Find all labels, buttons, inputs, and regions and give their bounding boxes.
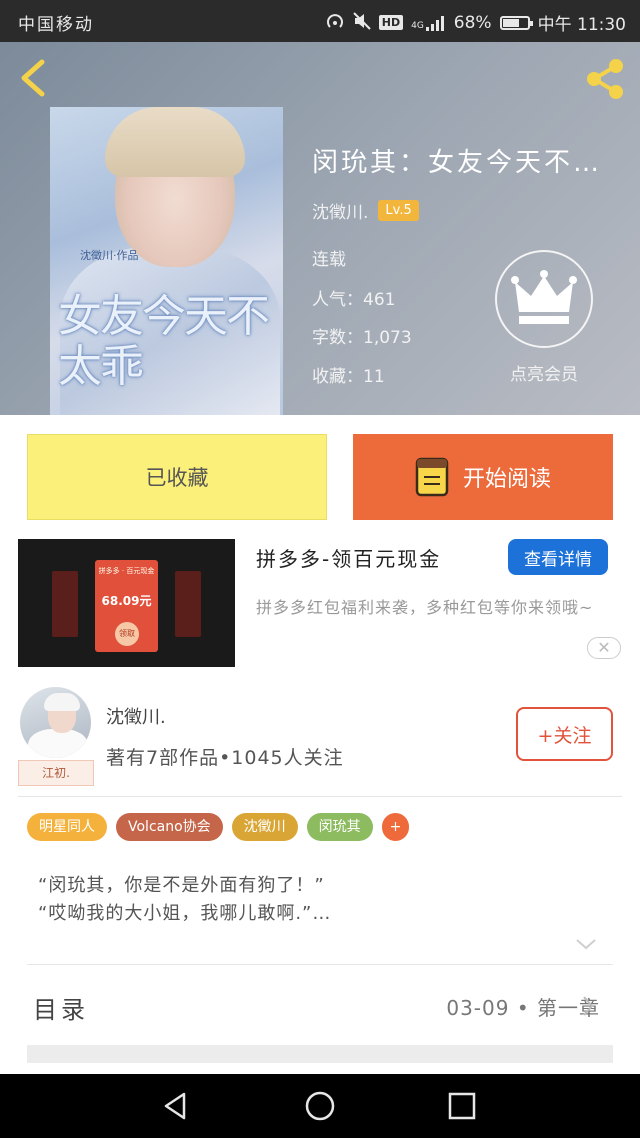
tag-list: 明星同人 Volcano协会 沈徵川 闵玧其 + — [27, 813, 410, 841]
excerpt-line: “闵玧其，你是不是外面有狗了！” — [38, 875, 325, 896]
ad-details-button[interactable]: 查看详情 — [508, 539, 608, 575]
favorites-count: 收藏：11 — [312, 367, 385, 387]
book-header: 沈徵川·作品 女友今天不太乖 闵玧其：女友今天不… 沈徵川. Lv.5 连载 人… — [0, 42, 640, 415]
vip-circle — [495, 250, 593, 348]
back-button[interactable] — [14, 58, 54, 98]
close-icon: ✕ — [597, 638, 611, 657]
book-excerpt[interactable]: “闵玧其，你是不是外面有狗了！” “哎呦我的大小姐，我哪儿敢啊.”… — [38, 872, 331, 928]
book-icon — [415, 457, 449, 497]
battery-percent: 68% — [453, 12, 492, 33]
book-cover[interactable]: 沈徵川·作品 女友今天不太乖 — [50, 107, 283, 415]
toc-arrow[interactable] — [580, 994, 596, 1018]
bottom-strip — [27, 1045, 613, 1063]
crown-icon — [511, 270, 577, 324]
start-reading-label: 开始阅读 — [462, 467, 551, 492]
avatar-body — [28, 729, 88, 758]
tag-chip[interactable]: 沈徵川 — [231, 813, 298, 841]
chevron-down-icon — [576, 939, 596, 950]
word-count: 字数：1,073 — [312, 328, 412, 348]
nav-home-button[interactable] — [304, 1090, 336, 1122]
ad-side-card-right — [175, 571, 201, 637]
follow-button[interactable]: +关注 — [516, 707, 613, 761]
ad-amount: 68.09元 — [101, 594, 152, 608]
excerpt-line: “哎呦我的大小姐，我哪儿敢啊.”… — [38, 903, 332, 924]
author-line: 沈徵川. Lv.5 — [312, 198, 419, 223]
divider — [18, 796, 622, 797]
level-badge: Lv.5 — [378, 200, 419, 221]
book-title: 闵玧其：女友今天不… — [312, 148, 603, 178]
avatar-tag: 江初. — [18, 760, 94, 786]
ad-side-card-left — [52, 571, 78, 637]
serial-status: 连载 — [312, 250, 346, 270]
square-recents-icon — [448, 1092, 476, 1120]
author-name[interactable]: 沈徵川. — [312, 198, 368, 223]
status-icons: HD 4G 68% 中午 11:30 — [325, 10, 626, 35]
tag-chip[interactable]: + — [381, 813, 410, 841]
cover-figure-hair — [105, 107, 245, 177]
favorited-label: 已收藏 — [145, 466, 209, 490]
hd-badge: HD — [378, 15, 404, 30]
chevron-left-icon — [21, 59, 45, 97]
toc-latest-chapter[interactable]: 03-09 • 第一章 — [446, 992, 600, 1021]
triangle-back-icon — [164, 1092, 186, 1120]
chevron-right-icon — [583, 996, 594, 1016]
tag-chip[interactable]: 明星同人 — [27, 813, 107, 841]
network-type: 4G — [411, 20, 424, 31]
carrier-name: 中国移动 — [18, 15, 94, 35]
avatar-hair — [44, 693, 80, 711]
ad-claim-badge: 领取 — [115, 622, 139, 646]
author-card-name[interactable]: 沈徵川. — [106, 703, 166, 729]
share-button[interactable] — [582, 56, 628, 102]
vip-label: 点亮会员 — [510, 365, 578, 385]
ad-red-envelope: 拼多多 · 百元现金 68.09元 领取 — [95, 560, 158, 652]
system-nav-bar — [0, 1074, 640, 1138]
expand-button[interactable] — [574, 936, 598, 952]
cover-title: 女友今天不太乖 — [58, 291, 270, 392]
tag-chip[interactable]: Volcano协会 — [116, 813, 223, 841]
signal-icon: 4G — [411, 15, 446, 31]
battery-icon — [499, 15, 533, 30]
vip-button[interactable]: 点亮会员 — [493, 250, 595, 385]
mute-icon — [353, 11, 371, 34]
ad-description: 拼多多红包福利来袭，多种红包等你来领哦~ — [256, 598, 594, 617]
ad-card-header: 拼多多 · 百元现金 — [98, 567, 155, 575]
ad-image[interactable]: 拼多多 · 百元现金 68.09元 领取 — [18, 539, 235, 667]
share-icon — [587, 59, 623, 99]
status-bar: 中国移动 HD 4G 68% 中午 11:30 — [0, 0, 640, 42]
circle-home-icon — [305, 1091, 335, 1121]
author-stats: 著有7部作品•1045人关注 — [106, 747, 344, 769]
favorited-button[interactable]: 已收藏 — [27, 434, 327, 520]
tag-chip[interactable]: 闵玧其 — [306, 813, 373, 841]
nav-recents-button[interactable] — [446, 1090, 478, 1122]
toc-label[interactable]: 目录 — [33, 990, 89, 1025]
hotspot-icon — [325, 12, 345, 34]
start-reading-button[interactable]: 开始阅读 — [353, 434, 613, 520]
ad-title[interactable]: 拼多多-领百元现金 — [256, 543, 441, 572]
author-avatar[interactable] — [20, 687, 91, 758]
cover-subtitle: 沈徵川·作品 — [80, 249, 139, 262]
ad-close-button[interactable]: ✕ — [587, 637, 621, 659]
clock: 中午 11:30 — [537, 15, 626, 35]
divider — [27, 964, 613, 965]
popularity: 人气：461 — [312, 290, 396, 310]
nav-back-button[interactable] — [160, 1090, 192, 1122]
